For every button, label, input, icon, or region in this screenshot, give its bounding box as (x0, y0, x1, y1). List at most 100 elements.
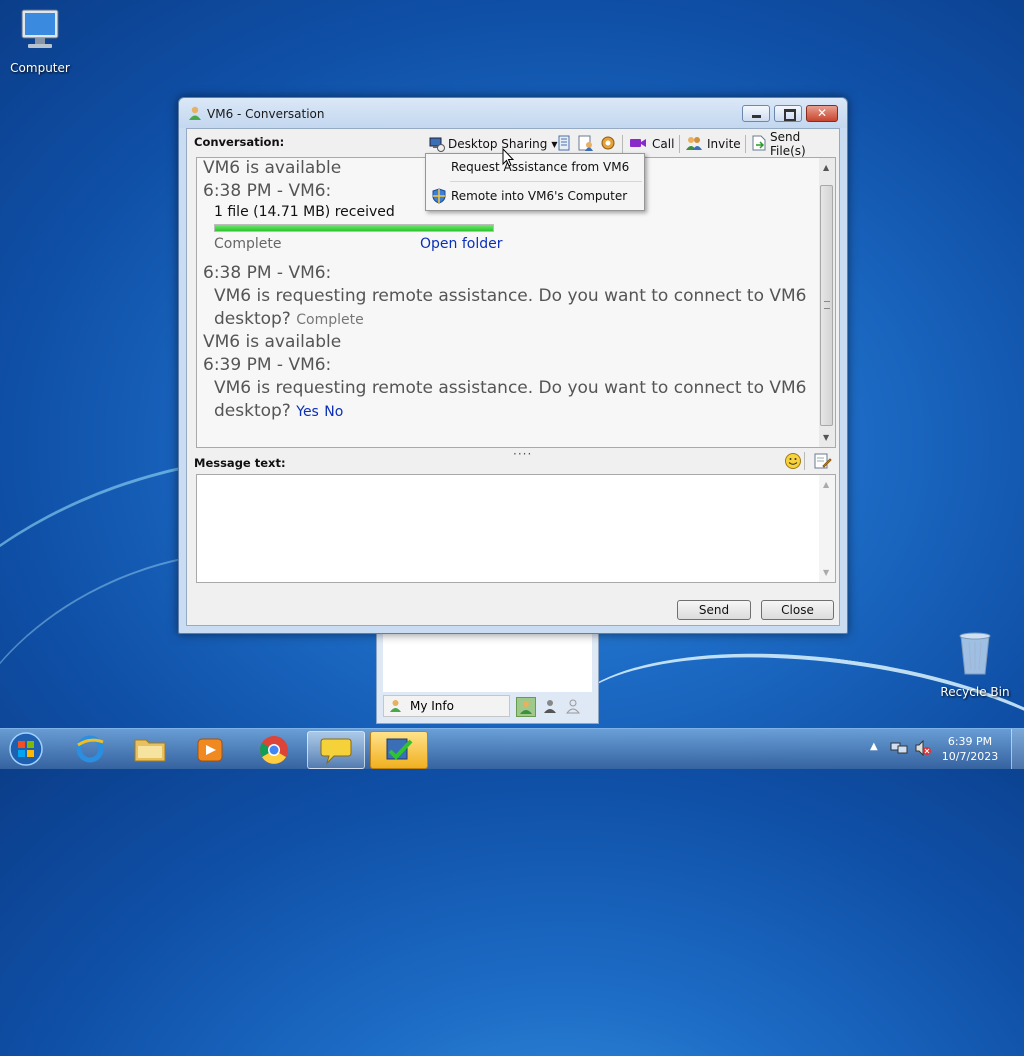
desktop-icon-recycle-bin[interactable]: Recycle Bin (935, 630, 1015, 699)
desktop-sharing-menu: Request Assistance from VM6 Remote into … (425, 153, 645, 211)
message-header: 6:39 PM - VM6: (203, 355, 332, 375)
volume-muted-icon[interactable] (914, 739, 932, 759)
minimize-icon (752, 115, 761, 118)
video-camera-icon (629, 137, 647, 152)
start-button[interactable] (6, 730, 46, 768)
conversation-app-icon (384, 735, 414, 768)
message-text: desktop? (214, 309, 291, 329)
file-progress-bar (214, 224, 494, 232)
close-window-button[interactable]: ✕ (806, 105, 838, 122)
message-body-continued: desktop? Complete (214, 309, 364, 329)
close-icon: ✕ (816, 106, 828, 120)
no-link[interactable]: No (324, 404, 343, 420)
chrome-icon (258, 734, 290, 769)
open-folder-link[interactable]: Open folder (420, 236, 502, 252)
send-file-icon (752, 135, 766, 154)
toolbar-separator (804, 452, 805, 470)
desktop-icon-label: Recycle Bin (940, 685, 1010, 699)
shield-icon (432, 188, 446, 207)
desktop-icon-label: Computer (10, 61, 70, 75)
conversation-scrollbar[interactable]: ▲ ▼ (819, 158, 835, 447)
message-text: desktop? (214, 401, 291, 421)
title-bar[interactable]: VM6 - Conversation ✕ (179, 98, 847, 128)
invite-label: Invite (707, 137, 741, 151)
system-clock[interactable]: 6:39 PM 10/7/2023 (940, 734, 1000, 764)
chat-bubble-icon (320, 735, 352, 768)
close-button[interactable]: Close (761, 600, 834, 620)
message-text-label: Message text: (194, 456, 286, 470)
desktop-sharing-icon (429, 136, 445, 152)
maximize-button[interactable] (774, 105, 802, 122)
show-desktop-button[interactable] (1011, 729, 1024, 769)
history-button[interactable] (557, 134, 571, 154)
emoticon-button[interactable] (784, 452, 802, 470)
media-player-icon (196, 736, 224, 767)
status-offline-button[interactable] (564, 697, 582, 717)
menu-item-remote-into-computer[interactable]: Remote into VM6's Computer (427, 184, 643, 208)
mouse-cursor-icon (502, 147, 515, 171)
taskbar-file-explorer[interactable] (122, 731, 178, 767)
message-body: VM6 is requesting remote assistance. Do … (214, 286, 807, 306)
show-hidden-icons-button[interactable]: ▲ (870, 741, 878, 752)
toolbar-separator (622, 135, 623, 153)
message-header: 6:38 PM - VM6: (203, 181, 332, 201)
call-button[interactable]: Call (629, 134, 674, 154)
buddy-list-window: My Info (376, 630, 599, 724)
internet-explorer-icon (75, 734, 105, 767)
grip-icon (824, 301, 830, 309)
invite-users-icon (685, 135, 703, 154)
send-files-button[interactable]: Send File(s) (752, 130, 839, 158)
menu-item-label: Remote into VM6's Computer (451, 189, 628, 203)
request-status-text: Complete (296, 312, 364, 328)
yes-link[interactable]: Yes (296, 404, 319, 420)
desktop-sharing-label: Desktop Sharing (448, 137, 548, 151)
message-scrollbar[interactable]: ▲ ▼ (819, 475, 835, 582)
network-icon[interactable] (890, 740, 908, 759)
taskbar-messenger[interactable] (307, 731, 365, 769)
scrollbar-thumb[interactable] (820, 185, 833, 426)
text-format-button[interactable] (814, 452, 832, 470)
contact-card-icon (578, 135, 594, 154)
invite-button[interactable]: Invite (685, 134, 741, 154)
scroll-up-icon[interactable]: ▲ (823, 480, 829, 489)
user-icon (188, 106, 202, 124)
taskbar-conversation-window[interactable] (370, 731, 428, 769)
my-info-button[interactable]: My Info (383, 695, 510, 717)
splitter-handle[interactable]: ···· (513, 447, 532, 461)
scroll-down-icon[interactable]: ▼ (823, 568, 829, 577)
taskbar-internet-explorer[interactable] (62, 731, 118, 767)
conversation-label: Conversation: (194, 135, 285, 149)
desktop-sharing-button[interactable]: Desktop Sharing ▼ (429, 134, 558, 154)
file-status-text: Complete (214, 236, 282, 252)
computer-icon (0, 8, 80, 57)
settings-button[interactable] (600, 134, 616, 154)
window-title: VM6 - Conversation (207, 107, 325, 121)
toolbar-separator (679, 135, 680, 153)
folder-icon (134, 736, 166, 765)
call-label: Call (652, 137, 675, 151)
smiley-icon (784, 453, 802, 473)
status-online-button[interactable] (516, 697, 536, 717)
notebook-icon (557, 135, 571, 154)
taskbar-media-player[interactable] (182, 731, 238, 767)
clock-time: 6:39 PM (947, 735, 993, 748)
menu-item-label: Request Assistance from VM6 (451, 160, 630, 174)
file-received-text: 1 file (14.71 MB) received (214, 204, 395, 220)
desktop-icon-computer[interactable]: Computer (0, 8, 80, 75)
scroll-up-icon[interactable]: ▲ (823, 163, 829, 172)
my-info-label: My Info (410, 699, 454, 713)
send-files-label: Send File(s) (770, 130, 806, 158)
taskbar-chrome[interactable] (246, 731, 302, 767)
recycle-bin-icon (935, 630, 1015, 681)
scroll-down-icon[interactable]: ▼ (823, 433, 829, 442)
message-body-continued: desktop? Yes No (214, 401, 343, 421)
buddy-list-area (383, 634, 592, 692)
clock-date: 10/7/2023 (941, 750, 999, 763)
status-message: VM6 is available (203, 158, 342, 178)
status-away-button[interactable] (541, 697, 559, 717)
menu-item-request-assistance[interactable]: Request Assistance from VM6 (427, 155, 643, 179)
message-input[interactable]: ▲ ▼ (196, 474, 836, 583)
contact-info-button[interactable] (578, 134, 594, 154)
minimize-button[interactable] (742, 105, 770, 122)
send-button[interactable]: Send (677, 600, 751, 620)
